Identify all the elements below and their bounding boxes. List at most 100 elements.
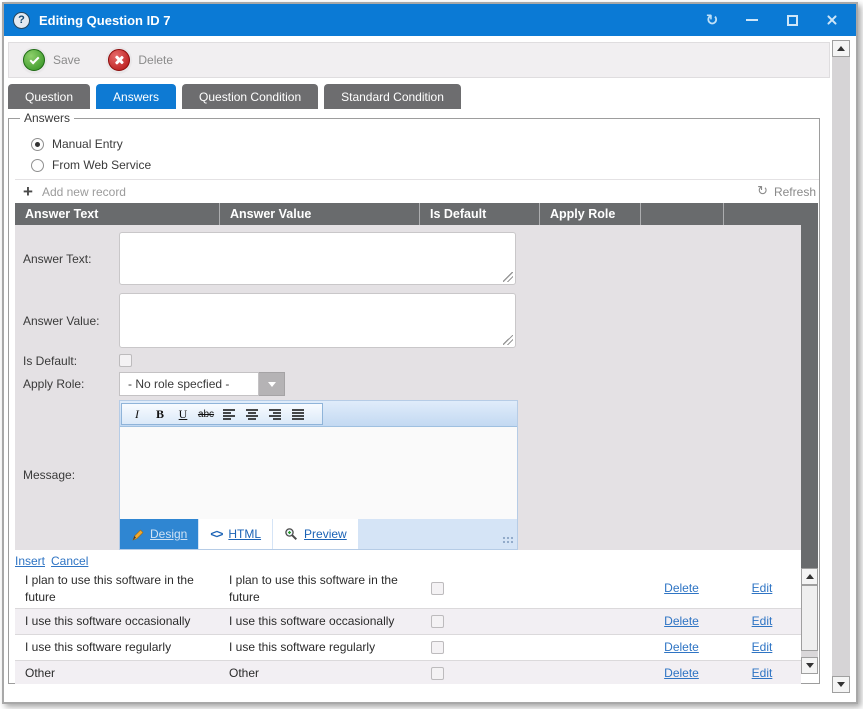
row-checkbox[interactable] [431, 667, 444, 680]
cell-apply-role [539, 661, 640, 684]
scroll-thumb[interactable] [801, 585, 818, 651]
help-icon: ? [13, 12, 30, 29]
is-default-checkbox[interactable] [119, 354, 132, 367]
tab-answers[interactable]: Answers [96, 84, 176, 109]
table-scrollbar[interactable] [801, 568, 818, 674]
cell-edit: Edit [723, 609, 801, 634]
delete-label: Delete [138, 53, 173, 67]
strikethrough-button[interactable]: abc [195, 405, 217, 423]
column-header-answer-text[interactable]: Answer Text [15, 203, 219, 225]
bold-button[interactable]: B [149, 405, 171, 423]
refresh-window-button[interactable]: ↻ [704, 12, 720, 28]
tab-question-condition[interactable]: Question Condition [182, 84, 318, 109]
align-center-button[interactable] [241, 405, 263, 423]
is-default-label: Is Default: [23, 353, 77, 369]
insert-link[interactable]: Insert [15, 554, 45, 568]
chevron-down-icon [268, 382, 276, 387]
edit-link[interactable]: Edit [752, 613, 773, 629]
code-icon: <> [210, 527, 222, 541]
table-row[interactable]: I use this software occasionally I use t… [15, 609, 801, 635]
arrow-down-icon [806, 663, 814, 668]
tab-standard-condition[interactable]: Standard Condition [324, 84, 461, 109]
tab-design[interactable]: Design [120, 519, 198, 549]
answer-value-label: Answer Value: [23, 293, 99, 348]
radio-from-web-service[interactable]: From Web Service [31, 157, 151, 173]
arrow-up-icon [806, 574, 814, 579]
resize-handle-icon[interactable] [503, 272, 513, 282]
answer-text-input[interactable] [119, 232, 516, 285]
delete-button[interactable]: Delete [108, 49, 173, 71]
cell-answer-text: Other [15, 661, 219, 684]
maximize-button[interactable] [784, 12, 800, 28]
delete-link[interactable]: Delete [664, 613, 699, 629]
answer-value-input[interactable] [119, 293, 516, 348]
edit-link[interactable]: Edit [752, 639, 773, 655]
align-center-icon [245, 408, 259, 420]
resize-handle-icon[interactable] [503, 335, 513, 345]
cell-answer-value: I plan to use this software in the futur… [219, 569, 419, 608]
radio-manual-entry[interactable]: Manual Entry [31, 136, 123, 152]
delete-link[interactable]: Delete [664, 639, 699, 655]
tab-html[interactable]: <> HTML [199, 519, 272, 549]
radio-button-icon [31, 159, 44, 172]
panel-scrollbar[interactable] [832, 40, 850, 693]
groupbox-legend: Answers [20, 111, 74, 125]
cell-delete: Delete [640, 569, 723, 608]
cell-is-default [419, 569, 539, 608]
table-row[interactable]: Other Other Delete Edit [15, 661, 801, 684]
close-button[interactable] [824, 12, 840, 28]
apply-role-select[interactable]: - No role specfied - [119, 372, 285, 396]
toolbar: Save Delete [8, 42, 830, 78]
column-header-answer-value[interactable]: Answer Value [219, 203, 419, 225]
minimize-icon [746, 19, 758, 21]
arrow-up-icon [837, 46, 845, 51]
refresh-grid-button[interactable]: ↻ Refresh [757, 185, 819, 199]
dropdown-button[interactable] [259, 372, 285, 396]
design-tab-label: Design [150, 527, 187, 541]
align-left-button[interactable] [218, 405, 240, 423]
italic-button[interactable]: I [126, 405, 148, 423]
resize-grip-icon[interactable] [502, 536, 513, 545]
edit-link[interactable]: Edit [752, 580, 773, 596]
justify-icon [291, 408, 305, 420]
cell-edit: Edit [723, 635, 801, 660]
row-checkbox[interactable] [431, 641, 444, 654]
html-tab-label: HTML [228, 527, 261, 541]
minimize-button[interactable] [744, 12, 760, 28]
scroll-down-button[interactable] [832, 676, 850, 693]
column-header-is-default[interactable]: Is Default [419, 203, 539, 225]
refresh-icon: ↻ [757, 185, 768, 198]
cancel-link[interactable]: Cancel [51, 554, 88, 568]
plus-icon: + [23, 183, 33, 200]
save-button[interactable]: Save [23, 49, 80, 71]
scroll-up-button[interactable] [801, 568, 818, 585]
save-label: Save [53, 53, 80, 67]
editor-content[interactable] [120, 427, 517, 519]
column-header-apply-role[interactable]: Apply Role [539, 203, 640, 225]
edit-question-dialog: ? Editing Question ID 7 ↻ [2, 2, 858, 704]
delete-link[interactable]: Delete [664, 665, 699, 681]
editor-toolbar: I B U abc [120, 401, 517, 427]
table-row[interactable]: I use this software regularly I use this… [15, 635, 801, 661]
tab-preview[interactable]: Preview [273, 519, 358, 549]
maximize-icon [787, 15, 798, 26]
cell-apply-role [539, 569, 640, 608]
tab-question[interactable]: Question [8, 84, 90, 109]
edit-link[interactable]: Edit [752, 665, 773, 681]
answer-text-label: Answer Text: [23, 232, 91, 285]
align-left-icon [222, 408, 236, 420]
align-right-button[interactable] [264, 405, 286, 423]
cell-delete: Delete [640, 661, 723, 684]
add-new-record-button[interactable]: + Add new record [23, 183, 126, 200]
titlebar[interactable]: ? Editing Question ID 7 ↻ [4, 4, 856, 36]
scroll-down-button[interactable] [801, 657, 818, 674]
underline-button[interactable]: U [172, 405, 194, 423]
justify-button[interactable] [287, 405, 309, 423]
delete-link[interactable]: Delete [664, 580, 699, 596]
table-row[interactable]: I plan to use this software in the futur… [15, 569, 801, 609]
align-right-icon [268, 408, 282, 420]
row-checkbox[interactable] [431, 615, 444, 628]
scroll-up-button[interactable] [832, 40, 850, 57]
row-checkbox[interactable] [431, 582, 444, 595]
screen: ? Editing Question ID 7 ↻ [0, 0, 863, 709]
